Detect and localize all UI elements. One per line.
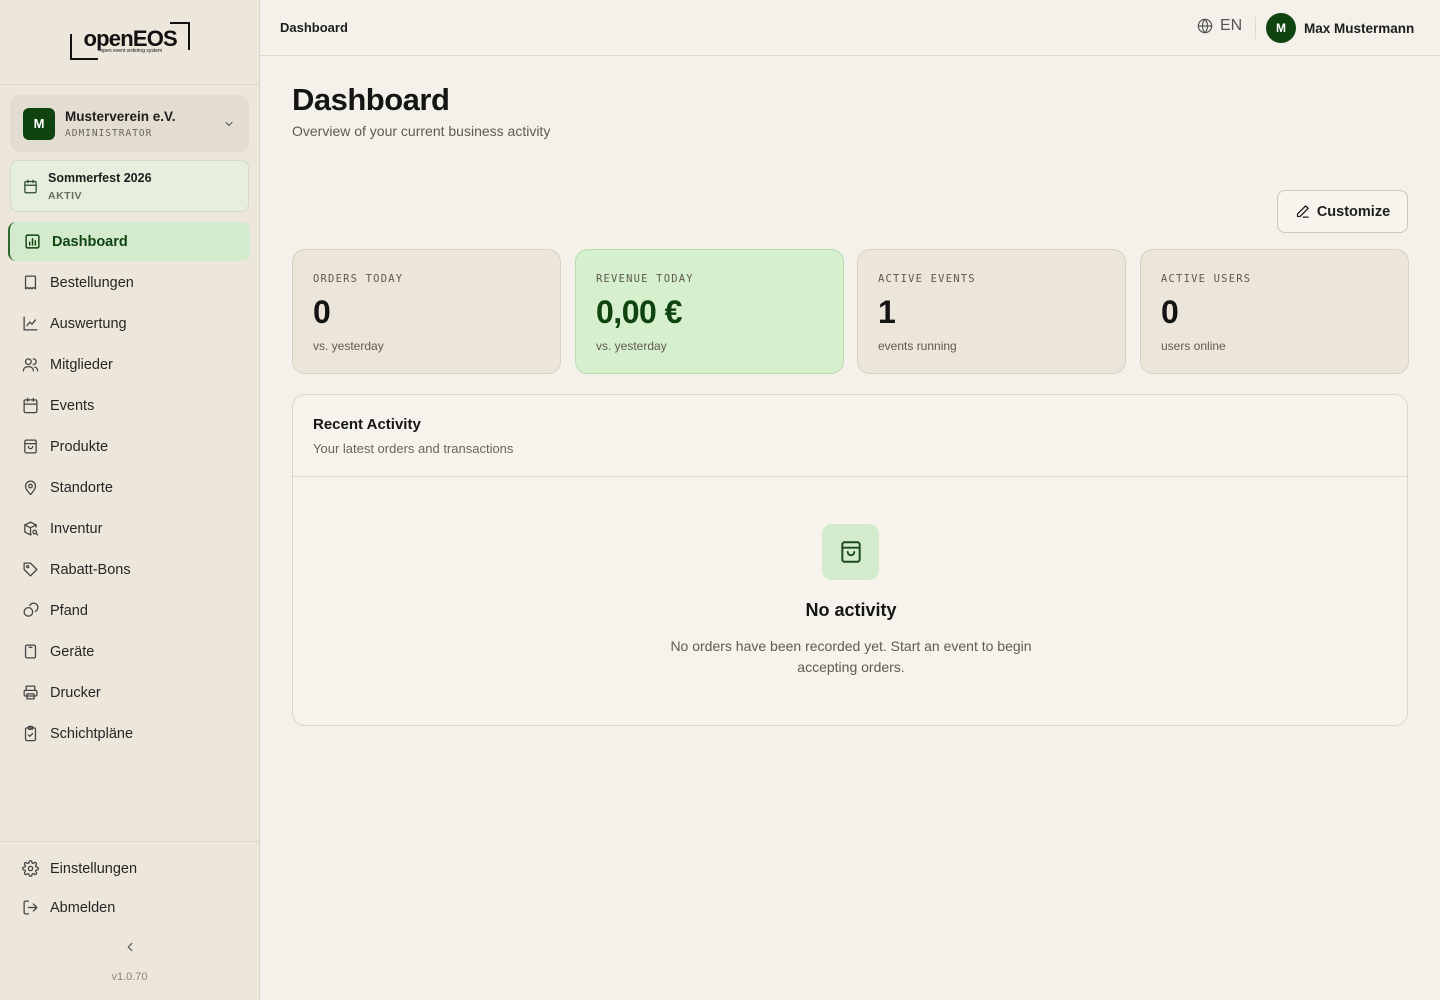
app-version: v1.0.70 [111,971,148,983]
sidebar-item-label: Einstellungen [50,860,138,877]
sidebar-item-label: Geräte [50,643,95,660]
sidebar-item-label: Rabatt-Bons [50,561,131,578]
stat-note: vs. yesterday [313,339,384,353]
customize-button[interactable]: Customize [1277,190,1408,233]
org-avatar: M [23,107,55,140]
globe-icon [1197,18,1213,34]
customize-label: Customize [1316,203,1391,220]
sidebar-item-label: Mitglieder [50,356,113,373]
sidebar-item-label: Schichtpläne [50,725,134,742]
sidebar-item-label: Inventur [50,520,103,537]
language-label: EN [1220,17,1243,34]
calendar-icon [22,397,39,414]
shopping-bag-icon [822,524,879,580]
map-pin-icon [22,479,39,496]
sidebar-item-geraete[interactable]: Geräte [0,631,259,672]
stat-label: ORDERS TODAY [313,273,404,285]
calendar-icon [23,179,38,194]
sidebar-item-schichtplaene[interactable]: Schichtpläne [0,713,259,754]
sidebar-item-label: Abmelden [50,899,116,916]
sidebar-item-produkte[interactable]: Produkte [0,426,259,467]
topbar: Dashboard EN M Max Mustermann [260,0,1440,56]
sidebar-item-einstellungen[interactable]: Einstellungen [0,849,259,888]
event-status-badge: AKTIV [48,189,82,202]
sidebar-item-label: Bestellungen [50,274,134,291]
organization-switcher[interactable]: M Musterverein e.V. ADMINISTRATOR [10,95,249,152]
logout-icon [22,899,39,916]
sidebar-item-label: Standorte [50,479,113,496]
stat-value: 0 [313,294,331,330]
sidebar: openEOS open event ordering system M Mus… [0,0,260,1000]
active-event-card[interactable]: Sommerfest 2026 AKTIV [10,160,249,212]
stat-card-revenue-today: REVENUE TODAY 0,00 € vs. yesterday [575,249,844,374]
event-name: Sommerfest 2026 [48,170,152,185]
language-switcher[interactable]: EN [1197,17,1242,35]
sidebar-item-bestellungen[interactable]: Bestellungen [0,262,259,303]
breadcrumb[interactable]: Dashboard [280,20,348,35]
panel-title: Recent Activity [313,416,421,433]
recent-activity-panel: Recent Activity Your latest orders and t… [292,394,1408,726]
sidebar-item-standorte[interactable]: Standorte [0,467,259,508]
avatar: M [1266,13,1296,43]
package-search-icon [22,520,39,537]
sidebar-item-label: Auswertung [50,315,127,332]
stat-value: 1 [878,294,896,330]
clipboard-check-icon [22,725,39,742]
bar-chart-icon [24,233,41,250]
stat-card-active-events: ACTIVE EVENTS 1 events running [857,249,1126,374]
sidebar-item-pfand[interactable]: Pfand [0,590,259,631]
pencil-icon [1295,204,1310,219]
sidebar-item-label: Drucker [50,684,101,701]
sidebar-item-inventur[interactable]: Inventur [0,508,259,549]
page-subtitle: Overview of your current business activi… [292,123,551,139]
sidebar-item-drucker[interactable]: Drucker [0,672,259,713]
stat-note: vs. yesterday [596,339,667,353]
sidebar-item-abmelden[interactable]: Abmelden [0,888,259,927]
panel-header: Recent Activity Your latest orders and t… [293,395,1407,477]
receipt-icon [22,274,39,291]
sidebar-item-dashboard[interactable]: Dashboard [8,222,250,261]
sidebar-item-mitglieder[interactable]: Mitglieder [0,344,259,385]
coins-icon [22,602,39,619]
stat-card-active-users: ACTIVE USERS 0 users online [1140,249,1409,374]
stat-note: events running [878,339,957,353]
stat-label: ACTIVE EVENTS [878,273,976,285]
stat-note: users online [1161,339,1226,353]
openeos-logo[interactable]: openEOS open event ordering system [69,22,190,62]
org-role: ADMINISTRATOR [65,127,153,139]
panel-subtitle: Your latest orders and transactions [313,441,514,456]
sidebar-item-auswertung[interactable]: Auswertung [0,303,259,344]
page-title: Dashboard [292,82,450,117]
collapse-sidebar-icon[interactable] [123,940,137,954]
org-name: Musterverein e.V. [65,108,176,124]
sidebar-item-label: Produkte [50,438,109,455]
sidebar-item-label: Pfand [50,602,88,619]
empty-state-title: No activity [805,600,897,620]
divider [1255,17,1256,39]
stat-value: 0 [1161,294,1179,330]
empty-state-text: No orders have been recorded yet. Start … [670,638,1032,675]
logo-area: openEOS open event ordering system [0,0,259,85]
tablet-icon [22,643,39,660]
line-chart-icon [22,315,39,332]
sidebar-item-events[interactable]: Events [0,385,259,426]
gear-icon [22,860,39,877]
sidebar-bottom: Einstellungen Abmelden [0,841,259,927]
user-menu[interactable]: M Max Mustermann [1266,13,1414,43]
user-name: Max Mustermann [1304,20,1415,36]
stat-value: 0,00 € [596,294,682,330]
stat-card-orders-today: ORDERS TODAY 0 vs. yesterday [292,249,561,374]
tag-icon [22,561,39,578]
printer-icon [22,684,39,701]
users-icon [22,356,39,373]
main-navigation: Dashboard Bestellungen Auswertung Mitgli… [0,221,259,754]
stat-label: ACTIVE USERS [1161,273,1252,285]
sidebar-item-label: Dashboard [52,233,128,250]
shopping-bag-icon [22,438,39,455]
chevron-down-icon[interactable] [223,117,235,129]
sidebar-item-rabatt-bons[interactable]: Rabatt-Bons [0,549,259,590]
sidebar-item-label: Events [50,397,95,414]
stat-label: REVENUE TODAY [596,273,694,285]
